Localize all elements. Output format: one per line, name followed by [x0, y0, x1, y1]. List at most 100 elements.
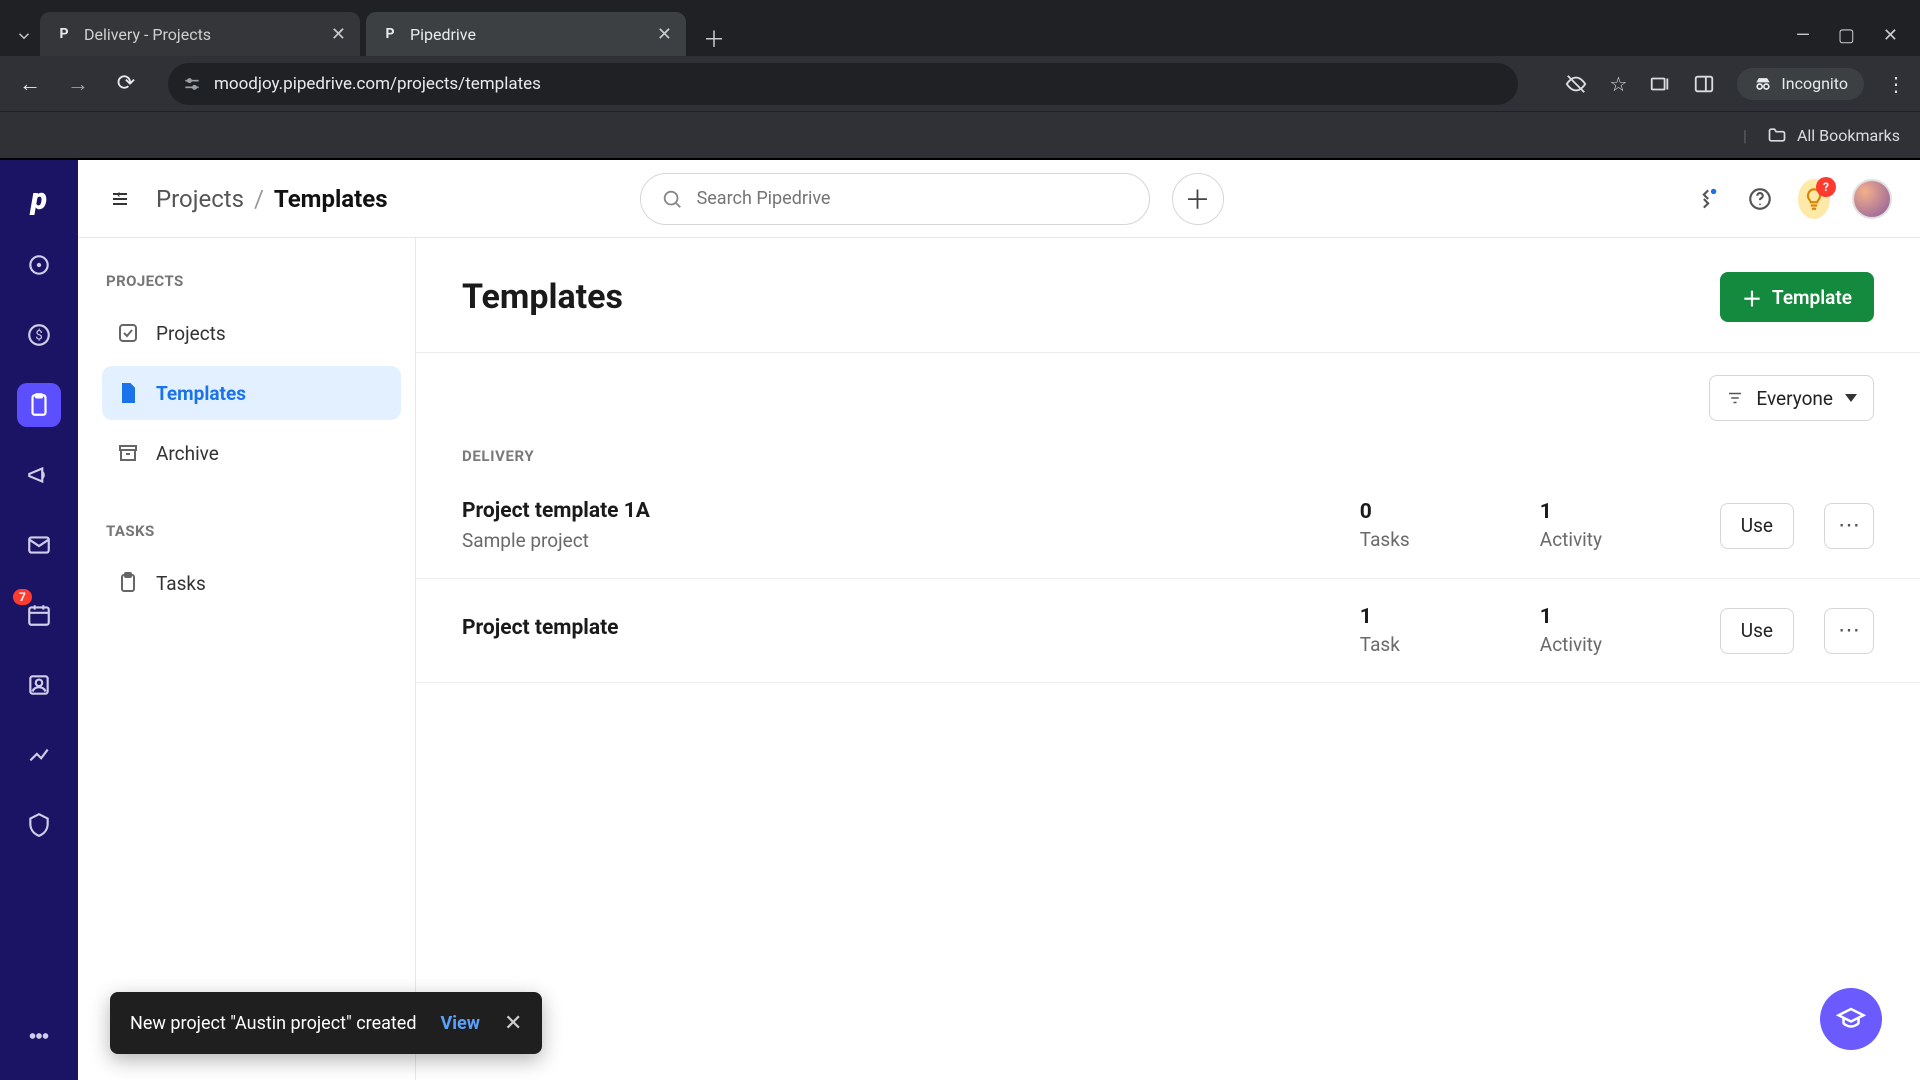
- new-tab-button[interactable]: ＋: [696, 20, 732, 56]
- template-tasks-stat: 0 Tasks: [1360, 500, 1510, 551]
- template-more-button[interactable]: ⋯: [1824, 503, 1874, 549]
- breadcrumb-root[interactable]: Projects: [156, 185, 244, 213]
- toast-notification: New project "Austin project" created Vie…: [110, 992, 542, 1054]
- breadcrumb-current: Templates: [274, 185, 388, 213]
- maximize-icon[interactable]: ▢: [1838, 25, 1855, 46]
- search-icon: [661, 188, 683, 210]
- template-row[interactable]: Project template 1A Sample project 0 Tas…: [416, 473, 1920, 579]
- use-template-button[interactable]: Use: [1720, 608, 1794, 654]
- page-title: Templates: [462, 277, 623, 317]
- template-row[interactable]: Project template 1 Task 1 Activity Use ⋯: [416, 579, 1920, 683]
- file-icon: [116, 381, 140, 405]
- rail-item-deals[interactable]: $: [17, 313, 61, 357]
- incognito-indicator[interactable]: Incognito: [1737, 68, 1864, 100]
- sidepanel-icon[interactable]: [1693, 73, 1715, 95]
- favicon-icon: P: [54, 24, 74, 44]
- template-section-label: DELIVERY: [416, 429, 1920, 473]
- help-fab[interactable]: [1820, 988, 1882, 1050]
- template-activity-stat: 1 Activity: [1540, 605, 1690, 656]
- rail-item-leads[interactable]: [17, 243, 61, 287]
- toast-message: New project "Austin project" created: [130, 1013, 417, 1034]
- window-controls: — ▢ ✕: [1796, 25, 1912, 56]
- template-tasks-stat: 1 Task: [1360, 605, 1510, 656]
- address-bar[interactable]: moodjoy.pipedrive.com/projects/templates: [168, 63, 1518, 105]
- rail-item-mail[interactable]: [17, 523, 61, 567]
- svg-text:$: $: [35, 328, 42, 343]
- bookmarks-bar: | All Bookmarks: [0, 112, 1920, 160]
- folder-icon: [1767, 125, 1787, 145]
- rail-item-activities[interactable]: 7: [17, 593, 61, 637]
- rail-item-campaigns[interactable]: [17, 453, 61, 497]
- quick-add-button[interactable]: ＋: [1172, 173, 1224, 225]
- template-name: Project template 1A: [462, 499, 1330, 523]
- notification-badge: ?: [1816, 177, 1836, 197]
- browser-tab[interactable]: P Delivery - Projects ✕: [40, 12, 360, 56]
- tab-title: Pipedrive: [410, 25, 647, 44]
- forward-button[interactable]: →: [62, 68, 94, 100]
- sidebar-item-label: Projects: [156, 322, 226, 345]
- new-template-label: Template: [1772, 286, 1852, 309]
- filter-label: Everyone: [1756, 387, 1833, 410]
- pipedrive-logo-icon[interactable]: p: [31, 182, 47, 217]
- marketplace-icon[interactable]: [1690, 183, 1722, 215]
- global-search[interactable]: [640, 173, 1150, 225]
- browser-toolbar: ← → ⟳ moodjoy.pipedrive.com/projects/tem…: [0, 56, 1920, 112]
- new-template-button[interactable]: ＋ Template: [1720, 272, 1874, 322]
- back-button[interactable]: ←: [14, 68, 46, 100]
- tab-title: Delivery - Projects: [84, 25, 321, 44]
- minimize-icon[interactable]: —: [1796, 25, 1810, 46]
- breadcrumb: Projects / Templates: [156, 185, 388, 213]
- user-avatar[interactable]: [1852, 179, 1892, 219]
- owner-filter[interactable]: Everyone: [1709, 375, 1874, 421]
- sidebar-item-projects[interactable]: Projects: [102, 306, 401, 360]
- sales-assistant-icon[interactable]: ?: [1798, 183, 1830, 215]
- sidebar-item-tasks[interactable]: Tasks: [102, 556, 401, 610]
- close-window-icon[interactable]: ✕: [1883, 25, 1898, 46]
- rail-item-products[interactable]: [17, 803, 61, 847]
- rail-item-insights[interactable]: [17, 733, 61, 777]
- sidebar-item-label: Archive: [156, 442, 219, 465]
- site-settings-icon[interactable]: [182, 74, 202, 94]
- sidebar-section-label: PROJECTS: [106, 272, 401, 290]
- toast-view-link[interactable]: View: [441, 1013, 480, 1034]
- sidebar-item-label: Tasks: [156, 572, 206, 595]
- sidebar-item-archive[interactable]: Archive: [102, 426, 401, 480]
- tab-search-button[interactable]: [8, 16, 40, 56]
- favicon-icon: P: [380, 24, 400, 44]
- rail-item-more[interactable]: [17, 1014, 61, 1058]
- activities-badge: 7: [13, 589, 32, 605]
- search-input[interactable]: [697, 188, 1129, 209]
- close-tab-icon[interactable]: ✕: [657, 24, 672, 45]
- rail-item-contacts[interactable]: [17, 663, 61, 707]
- close-tab-icon[interactable]: ✕: [331, 24, 346, 45]
- media-control-icon[interactable]: [1649, 73, 1671, 95]
- collapse-sidebar-button[interactable]: [106, 185, 134, 213]
- filter-icon: [1726, 389, 1744, 407]
- app-header: Projects / Templates ＋: [78, 160, 1920, 238]
- browser-tabbar: P Delivery - Projects ✕ P Pipedrive ✕ ＋ …: [0, 0, 1920, 56]
- help-icon[interactable]: [1744, 183, 1776, 215]
- sidebar-item-label: Templates: [156, 382, 246, 405]
- rail-item-projects[interactable]: [17, 383, 61, 427]
- reload-button[interactable]: ⟳: [110, 68, 142, 100]
- tracking-icon[interactable]: [1565, 73, 1587, 95]
- section-sidebar: PROJECTS Projects Templates Archive TA: [78, 238, 416, 1080]
- bookmark-star-icon[interactable]: ☆: [1609, 72, 1627, 96]
- incognito-label: Incognito: [1781, 74, 1848, 93]
- use-template-button[interactable]: Use: [1720, 503, 1794, 549]
- toast-close-icon[interactable]: ✕: [504, 1011, 522, 1036]
- main-content: Templates ＋ Template Everyone D: [416, 238, 1920, 1080]
- url-text: moodjoy.pipedrive.com/projects/templates: [214, 74, 541, 94]
- sidebar-section-label: TASKS: [106, 522, 401, 540]
- checkbox-icon: [116, 321, 140, 345]
- sidebar-item-templates[interactable]: Templates: [102, 366, 401, 420]
- template-more-button[interactable]: ⋯: [1824, 608, 1874, 654]
- graduation-cap-icon: [1836, 1004, 1866, 1034]
- browser-tab[interactable]: P Pipedrive ✕: [366, 12, 686, 56]
- chrome-menu-icon[interactable]: ⋮: [1886, 72, 1906, 96]
- all-bookmarks-link[interactable]: All Bookmarks: [1797, 126, 1900, 145]
- template-subtitle: Sample project: [462, 529, 1330, 552]
- archive-icon: [116, 441, 140, 465]
- template-name: Project template: [462, 616, 1330, 640]
- chevron-down-icon: [1845, 394, 1857, 402]
